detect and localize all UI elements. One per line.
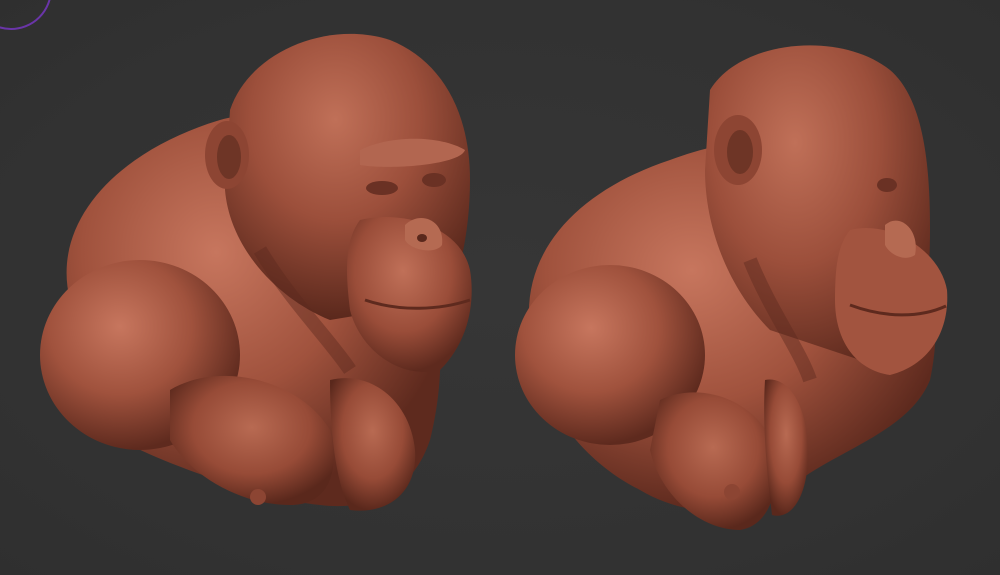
ape-bust-sculpt-left[interactable] <box>30 0 480 575</box>
eye <box>877 178 897 192</box>
nipple <box>250 489 266 505</box>
ape-bust-sculpt-right[interactable] <box>510 0 960 575</box>
nipple <box>724 484 740 500</box>
eye-right <box>422 173 446 187</box>
3d-viewport[interactable] <box>0 0 1000 575</box>
eye-left <box>366 181 398 195</box>
